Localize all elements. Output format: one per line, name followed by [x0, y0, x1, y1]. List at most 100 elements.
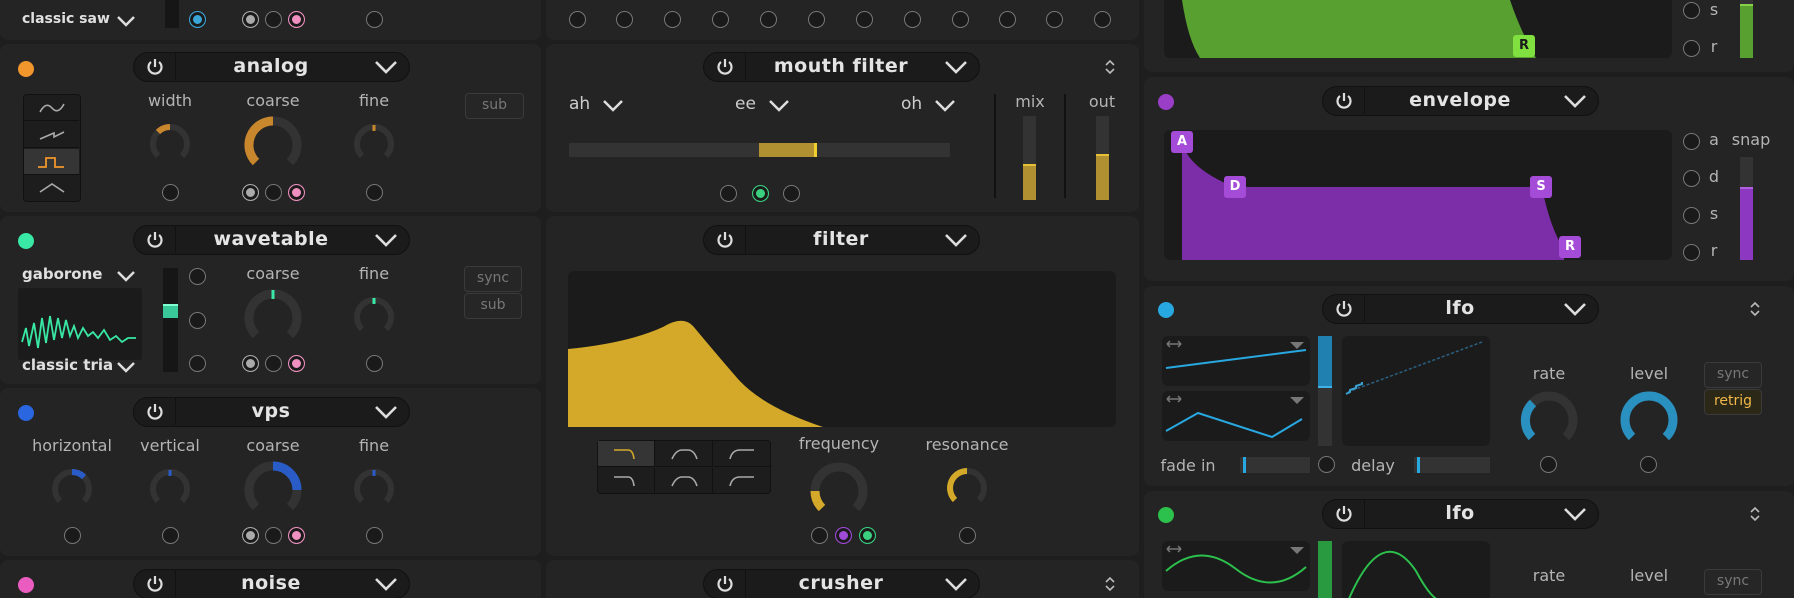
width-mod-radio[interactable]	[162, 184, 179, 201]
power-button[interactable]	[704, 53, 746, 80]
lfo2-morph-slider[interactable]	[1318, 541, 1332, 598]
lfo1-shape-b-display[interactable]	[1162, 391, 1310, 441]
waveform-sine-button[interactable]	[24, 95, 79, 121]
power-button[interactable]	[134, 226, 176, 253]
slider-handle[interactable]	[1417, 457, 1420, 473]
lfo-title[interactable]: lfo	[1365, 500, 1555, 527]
envelope-title[interactable]: envelope	[1365, 87, 1555, 114]
chevron-down-icon[interactable]	[374, 232, 398, 248]
frequency-knob[interactable]	[806, 458, 872, 524]
vowel-mod-radio-c[interactable]	[783, 185, 800, 202]
vowel-mod-radio-b[interactable]	[752, 185, 769, 202]
lfo2-shape-a-display[interactable]	[1162, 541, 1310, 591]
radio[interactable]	[712, 11, 729, 28]
attack-marker[interactable]: A	[1171, 131, 1193, 153]
coarse-route-radio-a[interactable]	[242, 355, 259, 372]
vowel-mod-radio-a[interactable]	[720, 185, 737, 202]
power-button[interactable]	[1323, 87, 1365, 114]
power-button[interactable]	[134, 570, 176, 597]
lfo1-shape-a-display[interactable]	[1162, 336, 1310, 386]
attack-mod-radio[interactable]	[1683, 133, 1700, 150]
power-button[interactable]	[1323, 295, 1365, 322]
power-button[interactable]	[704, 226, 746, 253]
vowel-b-select[interactable]: ee	[735, 94, 756, 114]
coarse-knob[interactable]	[240, 285, 306, 351]
wt-mod-radio-b[interactable]	[189, 312, 206, 329]
radio[interactable]	[952, 11, 969, 28]
power-button[interactable]	[134, 398, 176, 425]
power-button[interactable]	[704, 570, 746, 597]
fade-in-slider[interactable]	[1240, 457, 1310, 473]
chevron-down-icon[interactable]	[1563, 93, 1587, 109]
chevron-down-icon[interactable]	[768, 99, 790, 113]
fine-knob[interactable]	[349, 292, 399, 342]
coarse-route-radio-c[interactable]	[288, 527, 305, 544]
reorder-updown-icon[interactable]	[1104, 576, 1116, 592]
delay-slider[interactable]	[1414, 457, 1490, 473]
chevron-down-icon[interactable]	[934, 99, 956, 113]
waveform-triangle-button[interactable]	[24, 176, 79, 202]
level-mod-radio[interactable]	[1640, 456, 1657, 473]
radio[interactable]	[1046, 11, 1063, 28]
sub-button[interactable]: sub	[464, 293, 522, 319]
radio[interactable]	[856, 11, 873, 28]
amp-envelope-display[interactable]: R	[1164, 0, 1672, 58]
frequency-route-radio-c[interactable]	[859, 527, 876, 544]
osc1-mod-radio[interactable]	[189, 11, 206, 28]
chevron-down-icon[interactable]	[116, 361, 136, 373]
reorder-updown-icon[interactable]	[1749, 506, 1761, 522]
power-button[interactable]	[1323, 500, 1365, 527]
resonance-knob[interactable]	[942, 463, 992, 513]
filter-notch-high-button[interactable]	[714, 468, 771, 494]
sub-waveform-name[interactable]: classic tria	[22, 356, 113, 374]
reorder-updown-icon[interactable]	[1749, 301, 1761, 317]
osc1-sub-waveform[interactable]: classic saw	[22, 11, 110, 27]
sync-button[interactable]: sync	[1704, 362, 1762, 388]
wavetable-name[interactable]: gaborone	[22, 265, 102, 283]
filter-notch-band-button[interactable]	[656, 468, 713, 494]
chevron-down-icon[interactable]	[944, 232, 968, 248]
filter-bandpass-button[interactable]	[656, 441, 713, 467]
frequency-route-radio-a[interactable]	[811, 527, 828, 544]
horizontal-knob[interactable]	[47, 464, 97, 514]
osc1-route-radio-c[interactable]	[288, 11, 305, 28]
release-marker[interactable]: R	[1559, 236, 1581, 258]
lfo1-morph-slider[interactable]	[1318, 336, 1332, 446]
radio[interactable]	[569, 11, 586, 28]
chevron-down-icon[interactable]	[116, 270, 136, 282]
vowel-a-select[interactable]: ah	[569, 94, 590, 114]
osc1-route-radio-b[interactable]	[265, 11, 282, 28]
chevron-down-icon[interactable]	[374, 576, 398, 592]
reorder-updown-icon[interactable]	[1104, 59, 1116, 75]
lfo-title[interactable]: lfo	[1365, 295, 1555, 322]
wavetable-position-slider[interactable]	[163, 268, 178, 372]
rate-mod-radio[interactable]	[1540, 456, 1557, 473]
osc1-level-slider[interactable]	[165, 0, 179, 28]
osc1-fine-mod-radio[interactable]	[366, 11, 383, 28]
fine-mod-radio[interactable]	[366, 184, 383, 201]
fine-mod-radio[interactable]	[366, 355, 383, 372]
envelope-display[interactable]: A D S R	[1164, 130, 1672, 260]
chevron-down-icon[interactable]	[602, 99, 624, 113]
vowel-c-select[interactable]: oh	[901, 94, 922, 114]
wt-mod-radio-c[interactable]	[189, 355, 206, 372]
filter-notch-low-button[interactable]	[598, 468, 655, 494]
wavetable-display[interactable]	[18, 288, 142, 360]
chevron-down-icon[interactable]	[1563, 506, 1587, 522]
amp-release-mod-radio[interactable]	[1683, 40, 1700, 57]
frequency-route-radio-b[interactable]	[835, 527, 852, 544]
release-marker[interactable]: R	[1513, 35, 1535, 57]
chevron-down-icon[interactable]	[374, 59, 398, 75]
radio[interactable]	[999, 11, 1016, 28]
osc1-route-radio-a[interactable]	[242, 11, 259, 28]
chevron-down-icon[interactable]	[374, 404, 398, 420]
filter-lowpass-button[interactable]	[598, 441, 655, 467]
slider-handle[interactable]	[814, 143, 817, 157]
chevron-down-icon[interactable]	[944, 576, 968, 592]
osc-type-label[interactable]: wavetable	[176, 226, 366, 253]
filter-highpass-button[interactable]	[714, 441, 771, 467]
power-button[interactable]	[134, 53, 176, 80]
retrig-button[interactable]: retrig	[1704, 389, 1762, 415]
sustain-mod-radio[interactable]	[1683, 207, 1700, 224]
fine-knob[interactable]	[349, 119, 399, 169]
